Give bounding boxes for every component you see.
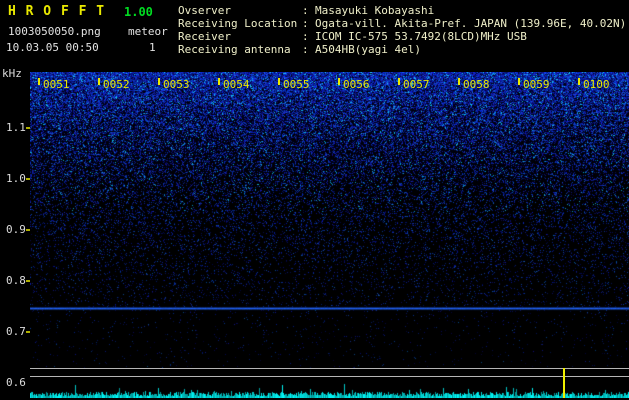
separator-line-top: [30, 368, 629, 369]
time-label: 0055: [283, 78, 310, 91]
app-title: H R O F F T: [8, 4, 106, 19]
hrofft-screen: H R O F F T 1.00 1003050050.png meteor 1…: [0, 0, 629, 400]
time-label: 0100: [583, 78, 610, 91]
output-filename: 1003050050.png: [8, 25, 101, 38]
time-tick: [38, 78, 40, 85]
info-label: Receiving antenna: [178, 43, 291, 56]
info-row-location: Receiving Location : Ogata-vill. Akita-P…: [178, 17, 626, 30]
observer-info-block: Ovserver : Masayuki Kobayashi Receiving …: [178, 4, 626, 56]
event-marker-line: [563, 368, 565, 398]
info-row-observer: Ovserver : Masayuki Kobayashi: [178, 4, 626, 17]
mode-label: meteor: [128, 25, 168, 38]
datetime-stamp: 10.03.05 00:50: [6, 41, 99, 54]
time-label: 0051: [43, 78, 70, 91]
info-value: Ogata-vill. Akita-Pref. JAPAN (139.96E, …: [315, 17, 627, 30]
info-label: Receiver: [178, 30, 231, 43]
freq-label: 0.6: [6, 376, 26, 389]
info-colon: :: [302, 43, 309, 56]
time-label: 0053: [163, 78, 190, 91]
info-row-receiver: Receiver : ICOM IC-575 53.7492(8LCD)MHz …: [178, 30, 626, 43]
time-label: 0056: [343, 78, 370, 91]
time-label: 0052: [103, 78, 130, 91]
info-value: ICOM IC-575 53.7492(8LCD)MHz USB: [315, 30, 527, 43]
info-row-antenna: Receiving antenna : A504HB(yagi 4el): [178, 43, 626, 56]
time-tick: [158, 78, 160, 85]
time-tick: [278, 78, 280, 85]
time-label: 0057: [403, 78, 430, 91]
time-tick: [338, 78, 340, 85]
info-colon: :: [302, 30, 309, 43]
info-label: Ovserver: [178, 4, 231, 17]
time-tick: [578, 78, 580, 85]
info-colon: :: [302, 4, 309, 17]
info-colon: :: [302, 17, 309, 30]
spectrogram-canvas: [30, 72, 629, 368]
info-value: Masayuki Kobayashi: [315, 4, 435, 17]
time-label: 0059: [523, 78, 550, 91]
time-label: 0054: [223, 78, 250, 91]
app-version: 1.00: [124, 5, 153, 19]
y-axis-unit-label: kHz: [2, 67, 22, 80]
signal-canvas: [30, 380, 629, 398]
time-label: 0058: [463, 78, 490, 91]
info-value: A504HB(yagi 4el): [315, 43, 421, 56]
time-tick: [518, 78, 520, 85]
separator-line-bottom: [30, 376, 629, 377]
time-tick: [458, 78, 460, 85]
meteor-count: 1: [149, 41, 156, 54]
info-label: Receiving Location: [178, 17, 298, 30]
time-tick: [218, 78, 220, 85]
time-tick: [398, 78, 400, 85]
time-tick: [98, 78, 100, 85]
